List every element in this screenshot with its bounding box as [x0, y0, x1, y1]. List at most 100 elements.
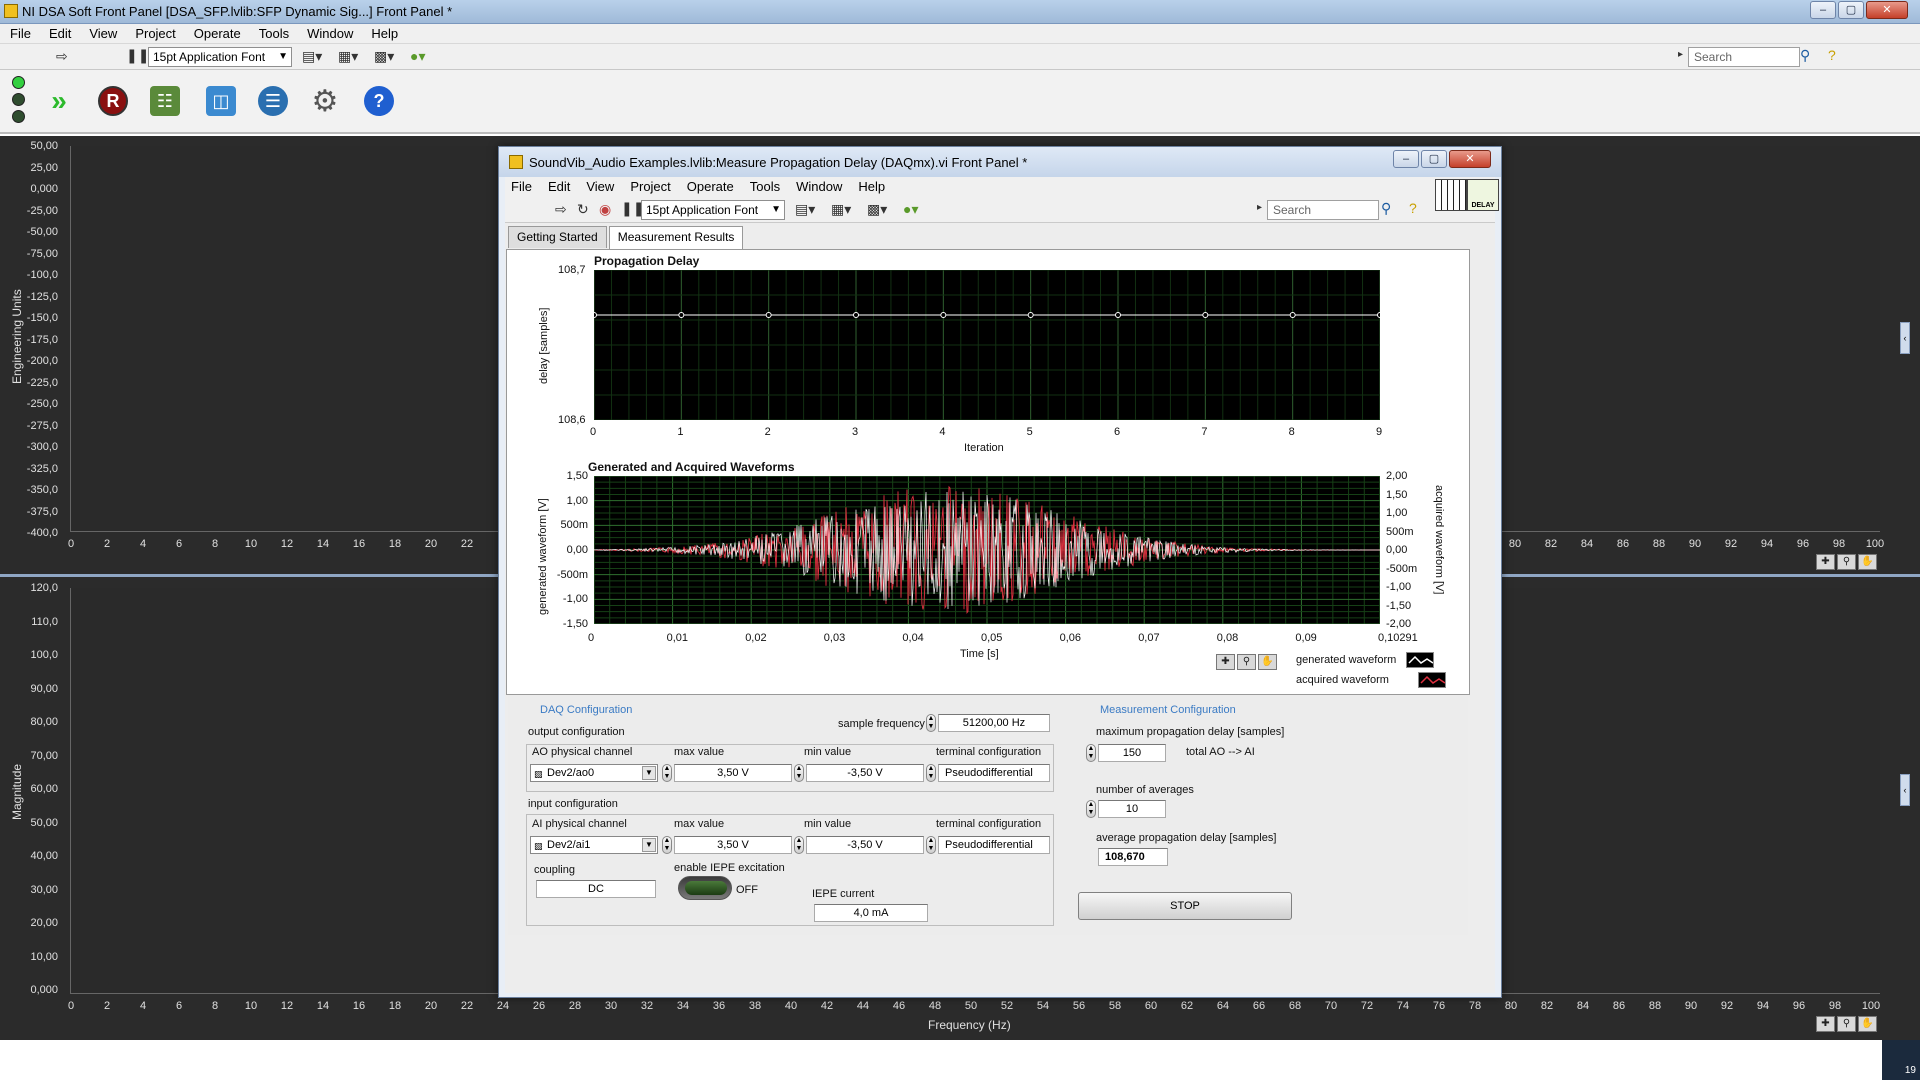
spin-icon[interactable]: ▲ ▼ — [662, 836, 672, 854]
spin-icon[interactable]: ▲ ▼ — [794, 836, 804, 854]
averages-control[interactable]: ▲ ▼ 10 — [1086, 800, 1166, 818]
menu-help[interactable]: Help — [858, 179, 885, 194]
menu-tools[interactable]: Tools — [750, 179, 780, 194]
menu-edit[interactable]: Edit — [548, 179, 570, 194]
in-min-field[interactable]: -3,50 V — [806, 836, 924, 854]
distribute-objects-icon[interactable]: ▦▾ — [831, 201, 851, 218]
search-options-icon[interactable]: ▸ — [1257, 202, 1262, 213]
abort-icon[interactable]: ◉ — [599, 201, 611, 218]
search-options-icon[interactable]: ▸ — [1678, 49, 1683, 60]
pan-hand-icon[interactable]: ✋ — [1858, 1016, 1877, 1032]
menu-project[interactable]: Project — [135, 26, 175, 41]
in-terminal-field[interactable]: Pseudodifferential — [938, 836, 1050, 854]
in-terminal-control[interactable]: ▲ ▼ Pseudodifferential — [926, 836, 1050, 854]
align-objects-icon[interactable]: ▤▾ — [795, 201, 815, 218]
tab-getting-started[interactable]: Getting Started — [508, 226, 607, 248]
legend-generated[interactable]: generated waveform — [1296, 652, 1435, 668]
resize-objects-icon[interactable]: ▩▾ — [867, 201, 887, 218]
run-continuously-icon[interactable]: ↻ — [577, 201, 589, 218]
pause-icon[interactable]: ❚❚ — [126, 47, 149, 64]
spin-icon[interactable]: ▲ ▼ — [926, 764, 936, 782]
font-selector[interactable]: 15pt Application Font ▼ — [641, 200, 785, 220]
menu-window[interactable]: Window — [307, 26, 353, 41]
database-icon[interactable]: ☰ — [258, 86, 288, 116]
cursor-move-icon[interactable]: ✚ — [1216, 654, 1235, 670]
menu-edit[interactable]: Edit — [49, 26, 71, 41]
zoom-icon[interactable]: ⚲ — [1837, 554, 1856, 570]
waveform-plot[interactable] — [594, 476, 1380, 624]
minimize-button[interactable]: – — [1810, 1, 1836, 19]
out-terminal-control[interactable]: ▲ ▼ Pseudodifferential — [926, 764, 1050, 782]
maximize-button[interactable]: ▢ — [1838, 1, 1864, 19]
out-max-field[interactable]: 3,50 V — [674, 764, 792, 782]
coupling-field[interactable]: DC — [536, 880, 656, 898]
menu-view[interactable]: View — [586, 179, 614, 194]
iepe-excitation-toggle[interactable] — [678, 876, 732, 900]
spin-icon[interactable]: ▲ ▼ — [662, 764, 672, 782]
search-icon[interactable]: ⚲ — [1381, 200, 1391, 217]
pan-hand-icon[interactable]: ✋ — [1258, 654, 1277, 670]
ai-channel-select[interactable]: ▧ Dev2/ai1 ▼ — [530, 836, 658, 854]
legend-acquired[interactable]: acquired waveform — [1296, 672, 1446, 688]
menu-project[interactable]: Project — [630, 179, 670, 194]
out-min-field[interactable]: -3,50 V — [806, 764, 924, 782]
run-arrow-icon[interactable]: ⇨ — [555, 201, 567, 218]
propagation-delay-plot[interactable] — [594, 270, 1380, 420]
close-button[interactable]: ✕ — [1866, 1, 1908, 19]
record-icon[interactable]: R — [98, 86, 128, 116]
distribute-objects-icon[interactable]: ▦▾ — [338, 48, 358, 65]
reorder-icon[interactable]: ●▾ — [903, 201, 918, 218]
out-max-control[interactable]: ▲ ▼ 3,50 V — [662, 764, 792, 782]
max-delay-field[interactable]: 150 — [1098, 744, 1166, 762]
menu-file[interactable]: File — [511, 179, 532, 194]
reorder-icon[interactable]: ●▾ — [410, 48, 425, 65]
in-min-control[interactable]: ▲ ▼ -3,50 V — [794, 836, 924, 854]
context-help-icon[interactable]: ? — [1828, 47, 1836, 63]
pan-hand-icon[interactable]: ✋ — [1858, 554, 1877, 570]
chevron-down-icon[interactable]: ▼ — [642, 838, 656, 852]
expand-arrow-icon[interactable]: ‹ — [1900, 774, 1910, 806]
menu-view[interactable]: View — [89, 26, 117, 41]
settings-gear-icon[interactable]: ⚙ — [310, 85, 340, 118]
in-max-field[interactable]: 3,50 V — [674, 836, 792, 854]
out-terminal-field[interactable]: Pseudodifferential — [938, 764, 1050, 782]
stop-button[interactable]: STOP — [1078, 892, 1292, 920]
expand-arrow-icon[interactable]: ‹ — [1900, 322, 1910, 354]
child-search-input[interactable]: Search — [1267, 200, 1379, 220]
context-help-icon[interactable]: ? — [1409, 200, 1417, 216]
sample-frequency-control[interactable]: ▲ ▼ 51200,00 Hz — [926, 714, 1050, 732]
chevron-down-icon[interactable]: ▼ — [642, 766, 656, 780]
zoom-icon[interactable]: ⚲ — [1837, 1016, 1856, 1032]
zoom-icon[interactable]: ⚲ — [1237, 654, 1256, 670]
menu-operate[interactable]: Operate — [687, 179, 734, 194]
child-minimize-button[interactable]: – — [1393, 150, 1419, 168]
search-icon[interactable]: ⚲ — [1800, 47, 1810, 64]
spin-icon[interactable]: ▲ ▼ — [1086, 744, 1096, 762]
spin-icon[interactable]: ▲ ▼ — [926, 836, 936, 854]
help-icon[interactable]: ? — [364, 86, 394, 116]
max-delay-control[interactable]: ▲ ▼ 150 — [1086, 744, 1166, 762]
menu-window[interactable]: Window — [796, 179, 842, 194]
averages-field[interactable]: 10 — [1098, 800, 1166, 818]
in-max-control[interactable]: ▲ ▼ 3,50 V — [662, 836, 792, 854]
out-min-control[interactable]: ▲ ▼ -3,50 V — [794, 764, 924, 782]
child-maximize-button[interactable]: ▢ — [1421, 150, 1447, 168]
outer-search-input[interactable]: Search — [1688, 47, 1800, 67]
configure-device-icon[interactable]: ☷ — [150, 86, 180, 116]
child-close-button[interactable]: ✕ — [1449, 150, 1491, 168]
tab-measurement-results[interactable]: Measurement Results — [608, 226, 744, 250]
font-selector[interactable]: 15pt Application Font ▼ — [148, 47, 292, 67]
align-objects-icon[interactable]: ▤▾ — [302, 48, 322, 65]
ao-channel-select[interactable]: ▧ Dev2/ao0 ▼ — [530, 764, 658, 782]
spin-icon[interactable]: ▲ ▼ — [794, 764, 804, 782]
menu-operate[interactable]: Operate — [194, 26, 241, 41]
iepe-current-field[interactable]: 4,0 mA — [814, 904, 928, 922]
resize-objects-icon[interactable]: ▩▾ — [374, 48, 394, 65]
cursor-move-icon[interactable]: ✚ — [1816, 1016, 1835, 1032]
menu-help[interactable]: Help — [371, 26, 398, 41]
menu-tools[interactable]: Tools — [259, 26, 289, 41]
storage-icon[interactable]: ◫ — [206, 86, 236, 116]
spin-icon[interactable]: ▲ ▼ — [1086, 800, 1096, 818]
run-continuous-icon[interactable]: » — [44, 85, 74, 116]
sample-frequency-field[interactable]: 51200,00 Hz — [938, 714, 1050, 732]
